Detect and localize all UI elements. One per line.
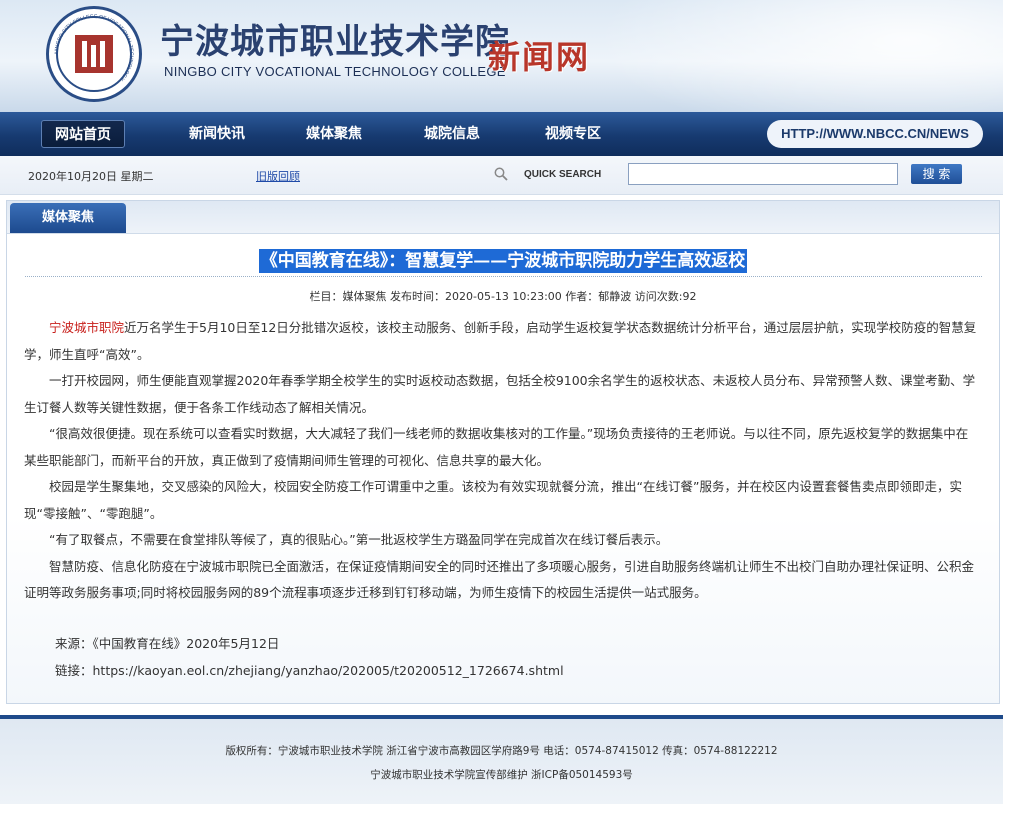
college-logo[interactable]: NINGBO CITY COLLEGE OF VOCATIONAL TECHNO… <box>46 6 142 102</box>
college-name-en: NINGBO CITY VOCATIONAL TECHNOLOGY COLLEG… <box>164 64 506 79</box>
nav-college-info[interactable]: 城院信息 <box>424 123 480 145</box>
paragraph: 一打开校园网，师生便能直观掌握2020年春季学期全校学生的实时返校动态数据，包括… <box>24 373 976 415</box>
article-body: 宁波城市职院近万名学生于5月10日至12日分批错次返校，该校主动服务、创新手段，… <box>24 315 979 607</box>
site-footer: 版权所有：宁波城市职业技术学院 浙江省宁波市高教园区学府路9号 电话：0574-… <box>0 719 1003 804</box>
quick-search-label: QUICK SEARCH <box>524 169 602 180</box>
nav-news-flash[interactable]: 新闻快讯 <box>189 123 245 145</box>
nav-video-zone[interactable]: 视频专区 <box>545 123 601 145</box>
old-version-link[interactable]: 旧版回顾 <box>256 168 300 184</box>
paragraph: 智慧防疫、信息化防疫在宁波城市职院已全面激活，在保证疫情期间安全的同时还推出了多… <box>24 558 975 601</box>
article-meta: 栏目：媒体聚焦 发布时间：2020-05-13 10:23:00 作者：郁静波 … <box>309 290 697 303</box>
nav-home[interactable]: 网站首页 <box>41 120 125 148</box>
search-button[interactable]: 搜 索 <box>911 164 962 184</box>
site-header: NINGBO CITY COLLEGE OF VOCATIONAL TECHNO… <box>0 0 1003 112</box>
site-url-link[interactable]: HTTP://WWW.NBCC.CN/NEWS <box>767 120 983 148</box>
divider <box>25 276 982 277</box>
article-title-text: 《中国教育在线》：智慧复学——宁波城市职院助力学生高效返校 <box>258 249 748 273</box>
paragraph: “有了取餐点，不需要在食堂排队等候了，真的很贴心。”第一批返校学生方璐盈同学在完… <box>49 532 669 547</box>
search-input[interactable] <box>628 163 898 185</box>
college-name-cn: 宁波城市职业技术学院 <box>160 22 510 62</box>
footer-copyright: 版权所有：宁波城市职业技术学院 浙江省宁波市高教园区学府路9号 电话：0574-… <box>225 745 778 757</box>
page: NINGBO CITY COLLEGE OF VOCATIONAL TECHNO… <box>0 0 1003 814</box>
paragraph: “很高效很便捷。现在系统可以查看实时数据，大大减轻了我们一线老师的数据收集核对的… <box>24 426 969 468</box>
article-source: 来源：《中国教育在线》2020年5月12日 <box>55 636 280 651</box>
main-nav: 网站首页 新闻快讯 媒体聚焦 城院信息 视频专区 HTTP://WWW.NBCC… <box>0 112 1003 156</box>
panel-header: 媒体聚焦 <box>7 201 999 234</box>
paragraph: 校园是学生聚集地，交叉感染的风险大，校园安全防疫工作可谓重中之重。该校为有效实现… <box>24 479 962 521</box>
site-label: 新闻网 <box>488 38 591 76</box>
footer-icp: 宁波城市职业技术学院宣传部维护 浙ICP备05014593号 <box>370 769 633 781</box>
logo-emblem <box>75 35 113 73</box>
content-panel: 媒体聚焦 《中国教育在线》：智慧复学——宁波城市职院助力学生高效返校 栏目：媒体… <box>6 200 1000 704</box>
current-date: 2020年10月20日 星期二 <box>28 170 154 183</box>
tab-media-focus[interactable]: 媒体聚焦 <box>10 203 126 233</box>
article-link: 链接：https://kaoyan.eol.cn/zhejiang/yanzha… <box>55 663 564 678</box>
article-title: 《中国教育在线》：智慧复学——宁波城市职院助力学生高效返校 <box>7 246 999 273</box>
paragraph: 宁波城市职院近万名学生于5月10日至12日分批错次返校，该校主动服务、创新手段，… <box>24 320 977 362</box>
search-bar: 2020年10月20日 星期二 旧版回顾 QUICK SEARCH 搜 索 <box>0 156 1003 195</box>
nav-media-focus[interactable]: 媒体聚焦 <box>306 123 362 145</box>
college-link[interactable]: 宁波城市职院 <box>49 320 124 335</box>
search-icon <box>494 167 508 181</box>
